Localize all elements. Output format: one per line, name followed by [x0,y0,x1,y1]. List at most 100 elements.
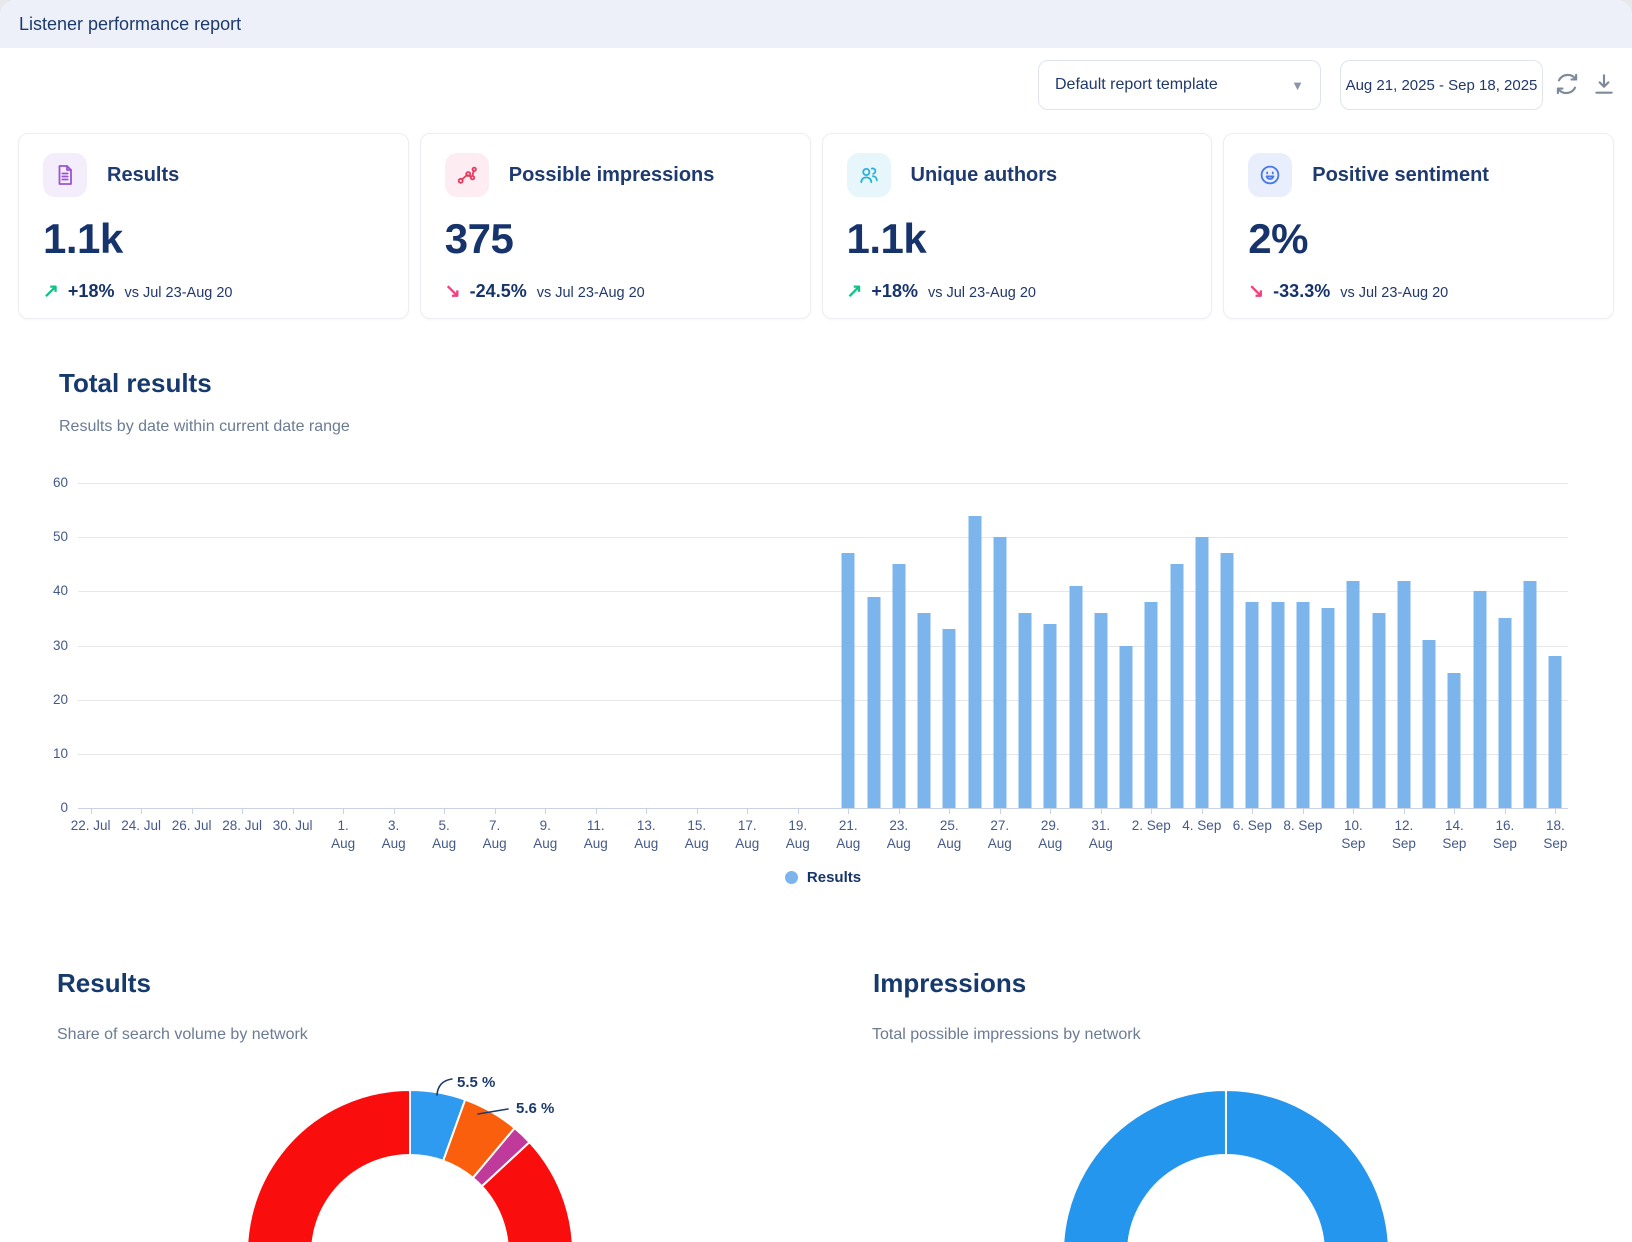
x-axis-tick-label: 21. Aug [836,817,860,852]
kpi-card-possible-impressions: Possible impressions 375 ↘ -24.5% vs Jul… [420,133,811,319]
x-axis-tick [1202,808,1203,814]
trend-up-arrow-icon: ↗ [43,282,59,301]
x-axis-tick-label: 22. Jul [71,817,111,835]
chevron-down-icon: ▼ [1291,78,1304,93]
kpi-value: 375 [445,215,786,263]
y-axis-tick-label: 30 [20,638,68,653]
result-bar[interactable] [892,564,905,808]
page-title: Listener performance report [19,0,241,48]
kpi-compare-label: vs Jul 23-Aug 20 [537,285,645,301]
kpi-trend-pct: -33.3% [1273,281,1330,302]
result-bar[interactable] [1423,640,1436,808]
result-bar[interactable] [1322,608,1335,808]
x-axis-tick [1454,808,1455,814]
x-axis-tick-label: 11. Aug [584,817,608,852]
x-axis-tick [1353,808,1354,814]
x-axis-tick [293,808,294,814]
listener-report-page: Listener performance report Default repo… [0,0,1632,1242]
kpi-title: Positive sentiment [1312,164,1489,187]
x-axis-tick-label: 1. Aug [331,817,355,852]
y-axis-tick-label: 20 [20,692,68,707]
result-bar[interactable] [993,537,1006,808]
x-axis-tick-label: 10. Sep [1341,817,1365,852]
donut-slice[interactable] [1063,1090,1389,1242]
legend-marker-icon [785,871,798,884]
x-axis-tick [394,808,395,814]
x-axis-tick-label: 28. Jul [222,817,262,835]
donut-slice-label: 5.5 % [457,1074,495,1091]
x-axis-tick [1252,808,1253,814]
people-icon [847,153,891,197]
date-range-picker[interactable]: Aug 21, 2025 - Sep 18, 2025 [1340,60,1543,110]
result-bar[interactable] [1397,581,1410,809]
x-axis-tick-label: 15. Aug [685,817,709,852]
x-axis-tick-label: 6. Sep [1233,817,1272,835]
result-bar[interactable] [968,516,981,809]
report-template-dropdown[interactable]: Default report template ▼ [1038,60,1321,110]
x-axis-tick [242,808,243,814]
result-bar[interactable] [1120,646,1133,809]
kpi-compare-label: vs Jul 23-Aug 20 [928,285,1036,301]
trend-down-arrow-icon: ↘ [445,282,461,301]
result-bar[interactable] [1145,602,1158,808]
page-header: Listener performance report [0,0,1632,48]
result-bar[interactable] [842,553,855,808]
result-bar[interactable] [1524,581,1537,809]
y-axis-tick-label: 60 [20,475,68,490]
result-bar[interactable] [1296,602,1309,808]
result-bar[interactable] [1271,602,1284,808]
x-axis-tick-label: 9. Aug [533,817,557,852]
download-icon[interactable] [1591,71,1617,97]
x-axis-tick [1303,808,1304,814]
x-axis-tick [949,808,950,814]
result-bar[interactable] [867,597,880,808]
result-bar[interactable] [1195,537,1208,808]
results-breakdown-title: Results [57,968,151,999]
x-axis-tick-label: 29. Aug [1038,817,1062,852]
x-axis-tick-label: 19. Aug [786,817,810,852]
x-axis-tick [1050,808,1051,814]
x-axis-tick-label: 25. Aug [937,817,961,852]
x-axis-tick [798,808,799,814]
x-axis-tick [899,808,900,814]
result-bar[interactable] [1347,581,1360,809]
chart-legend[interactable]: Results [78,869,1568,886]
kpi-trend-pct: +18% [68,281,115,302]
kpi-title: Results [107,164,179,187]
share-nodes-icon [445,153,489,197]
refresh-icon[interactable] [1554,71,1580,97]
result-bar[interactable] [1019,613,1032,808]
result-bar[interactable] [1044,624,1057,808]
x-axis-tick-label: 23. Aug [887,817,911,852]
kpi-title: Possible impressions [509,164,715,187]
report-template-value: Default report template [1055,76,1218,94]
result-bar[interactable] [943,629,956,808]
result-bar[interactable] [1498,618,1511,808]
result-bar[interactable] [1246,602,1259,808]
result-bar[interactable] [1372,613,1385,808]
x-axis-tick [141,808,142,814]
result-bar[interactable] [1170,564,1183,808]
result-bar[interactable] [1448,673,1461,808]
x-axis-tick-label: 16. Sep [1493,817,1517,852]
result-bar[interactable] [1221,553,1234,808]
x-axis-tick [697,808,698,814]
result-bar[interactable] [1549,656,1562,808]
gridline [78,754,1568,755]
gridline [78,591,1568,592]
impressions-breakdown-title: Impressions [873,968,1026,999]
legend-label: Results [807,869,861,886]
result-bar[interactable] [1069,586,1082,808]
gridline [78,483,1568,484]
y-axis-tick-label: 40 [20,583,68,598]
result-bar[interactable] [1094,613,1107,808]
y-axis-tick-label: 50 [20,529,68,544]
y-axis-tick-label: 0 [20,800,68,815]
result-bar[interactable] [1473,591,1486,808]
x-axis-tick [1505,808,1506,814]
x-axis-tick-label: 8. Sep [1283,817,1322,835]
result-bar[interactable] [918,613,931,808]
x-axis-tick [1404,808,1405,814]
gridline [78,537,1568,538]
x-axis-tick [444,808,445,814]
